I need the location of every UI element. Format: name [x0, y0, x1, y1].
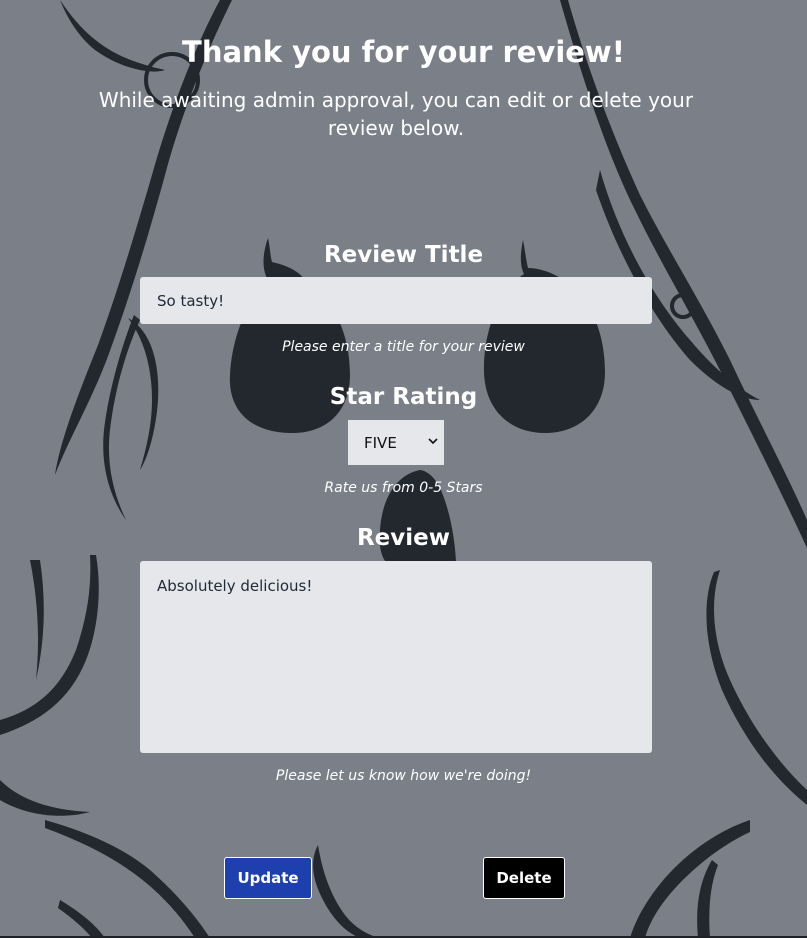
review-textarea[interactable]: Absolutely delicious!: [140, 561, 652, 753]
review-title-hint: Please enter a title for your review: [282, 339, 525, 355]
review-title-label: Review Title: [323, 242, 484, 268]
delete-button[interactable]: Delete: [483, 857, 565, 899]
star-rating-label: Star Rating: [329, 384, 478, 410]
page-subtitle: While awaiting admin approval, you can e…: [98, 88, 694, 140]
star-rating-select[interactable]: FIVE: [348, 420, 444, 465]
review-title-input[interactable]: [140, 277, 652, 324]
review-confirmation-page: Thank you for your review! While awaitin…: [0, 0, 807, 938]
page-title: Thank you for your review!: [182, 35, 625, 69]
review-hint: Please let us know how we're doing!: [275, 768, 532, 784]
review-label: Review: [356, 525, 451, 551]
star-rating-dropdown[interactable]: FIVE: [348, 420, 444, 465]
star-rating-hint: Rate us from 0-5 Stars: [324, 480, 483, 496]
update-button[interactable]: Update: [224, 857, 312, 899]
